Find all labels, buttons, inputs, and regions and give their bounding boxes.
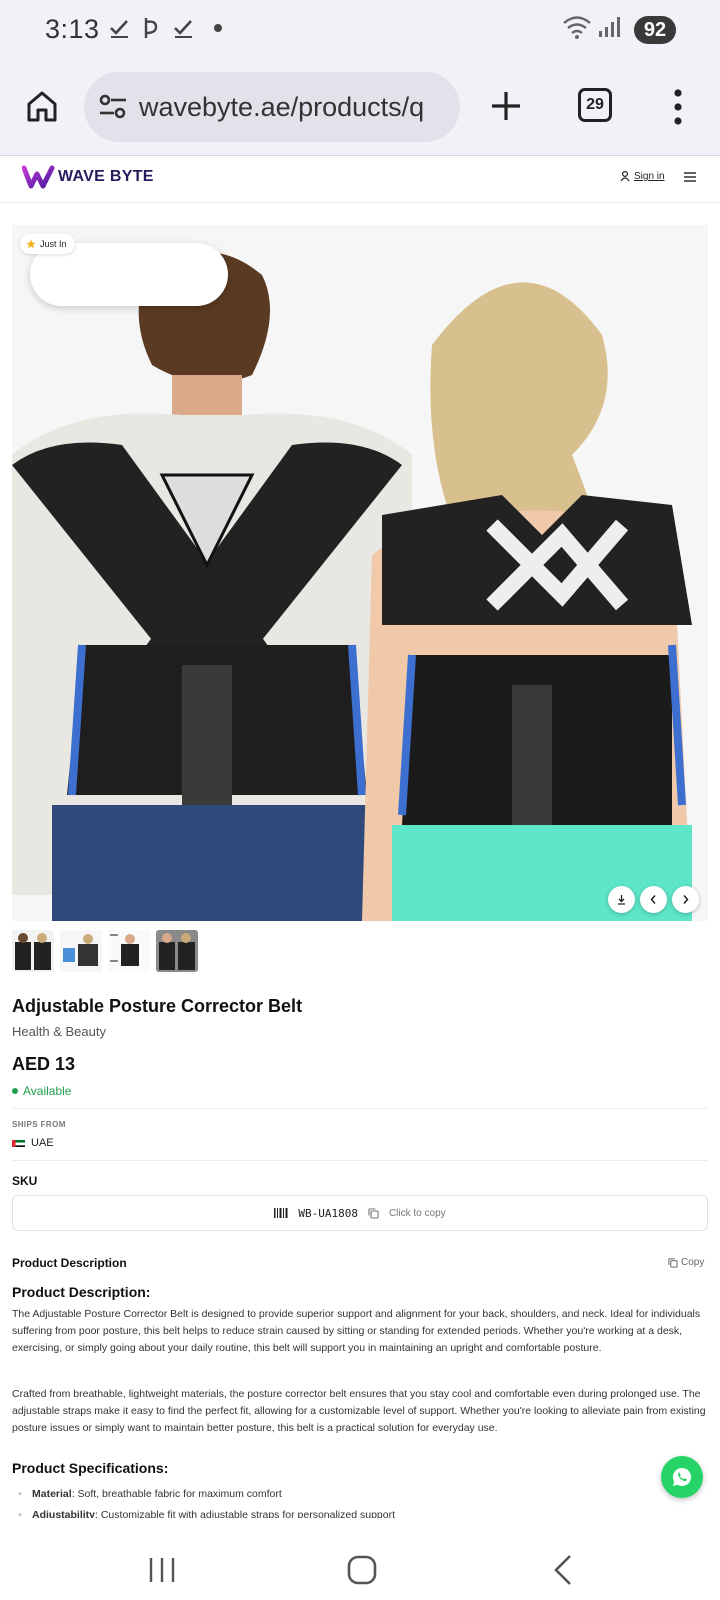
thumbnail[interactable] (12, 930, 54, 972)
notification-icons (108, 16, 222, 40)
next-image-button[interactable] (672, 886, 699, 913)
user-icon (620, 171, 630, 182)
cell-signal-icon (599, 17, 620, 37)
hamburger-menu-icon[interactable] (684, 171, 696, 183)
barcode-icon (274, 1208, 288, 1218)
product-main-image[interactable] (12, 225, 708, 921)
ships-from-value: UAE (12, 1137, 54, 1149)
home-nav-icon[interactable] (347, 1555, 377, 1585)
thumbnail[interactable] (156, 930, 198, 972)
sku-copy-hint: Click to copy (388, 1207, 446, 1219)
thumbnail-image (60, 930, 102, 972)
status-time: 3:13 (45, 14, 100, 44)
content-clip (0, 1518, 720, 1540)
thumbnail-image (108, 930, 150, 972)
sku-label: SKU (12, 1174, 38, 1188)
address-bar[interactable]: wavebyte.ae/products/q (84, 72, 460, 142)
more-menu-icon[interactable] (668, 88, 688, 126)
chevron-right-icon (683, 895, 689, 904)
sku-code: WB-UA1808 (298, 1206, 358, 1220)
copy-description-button[interactable]: Copy (668, 1257, 704, 1268)
new-tab-icon[interactable] (488, 88, 524, 124)
description-paragraph: Crafted from breathable, lightweight mat… (12, 1388, 706, 1434)
download-image-button[interactable] (608, 886, 635, 913)
sign-in-link[interactable]: Sign in (620, 171, 665, 182)
just-in-badge: Just In (20, 234, 75, 254)
logo-text: WAVE BYTE (58, 168, 154, 185)
description-paragraph: The Adjustable Posture Corrector Belt is… (12, 1308, 701, 1354)
sign-in-label[interactable]: Sign in (634, 171, 665, 182)
posture-belt-photo (12, 225, 708, 921)
chevron-left-icon (650, 895, 656, 904)
whatsapp-chat-button[interactable] (661, 1456, 703, 1498)
thumbnail-image (156, 930, 198, 972)
sku-copy-box[interactable]: WB-UA1808 Click to copy (12, 1195, 708, 1231)
check-icon (110, 20, 128, 38)
thumbnail[interactable] (60, 930, 102, 972)
copy-icon (668, 1257, 678, 1268)
uae-flag-icon (12, 1139, 25, 1147)
bixby-icon (144, 18, 158, 38)
divider (12, 1160, 708, 1161)
copy-icon (368, 1207, 379, 1219)
ships-from-country: UAE (31, 1137, 54, 1149)
product-title: Adjustable Posture Corrector Belt (12, 996, 303, 1016)
check-icon (174, 20, 192, 38)
back-icon[interactable] (552, 1554, 574, 1586)
battery-indicator: 92 (634, 16, 676, 44)
site-settings-icon[interactable] (98, 93, 128, 121)
product-price: AED 13 (12, 1054, 76, 1074)
signal-icons (562, 14, 620, 40)
dot-icon (214, 24, 222, 32)
description-subheading: Product Description: (12, 1284, 151, 1300)
download-icon (618, 895, 625, 905)
status-bar: 3:13 92 (0, 0, 720, 62)
availability-label: Available (23, 1084, 72, 1098)
system-nav-bar (0, 1540, 720, 1600)
spec-value: : Soft, breathable fabric for maximum co… (71, 1488, 282, 1500)
divider (12, 1108, 708, 1109)
thumbnail-strip (12, 930, 198, 972)
description-heading: Product Description (12, 1256, 127, 1270)
site-header: WAVE BYTE Sign in (0, 157, 720, 203)
home-icon[interactable] (24, 88, 60, 124)
thumbnail[interactable] (108, 930, 150, 972)
whatsapp-icon (672, 1467, 692, 1486)
recent-apps-icon[interactable] (148, 1556, 176, 1584)
spec-label: Material (32, 1488, 72, 1500)
thumbnail-image (12, 930, 54, 972)
url-text[interactable]: wavebyte.ae/products/q (139, 92, 451, 123)
wifi-icon (563, 16, 591, 39)
tab-switcher-button[interactable]: 29 (578, 88, 612, 122)
product-category[interactable]: Health & Beauty (12, 1024, 106, 1039)
star-icon (26, 239, 36, 249)
ships-from-label: SHIPS FROM (12, 1120, 66, 1129)
wave-byte-logo-icon (22, 165, 55, 189)
specifications-heading: Product Specifications: (12, 1460, 169, 1476)
copy-label[interactable]: Copy (681, 1257, 704, 1268)
previous-image-button[interactable] (640, 886, 667, 913)
availability-status: Available (12, 1084, 71, 1098)
site-logo[interactable]: WAVE BYTE (22, 165, 154, 189)
availability-dot (12, 1088, 18, 1094)
badge-label: Just In (40, 239, 67, 249)
browser-toolbar: wavebyte.ae/products/q 29 (0, 62, 720, 156)
spec-item: Material: Soft, breathable fabric for ma… (18, 1484, 708, 1505)
